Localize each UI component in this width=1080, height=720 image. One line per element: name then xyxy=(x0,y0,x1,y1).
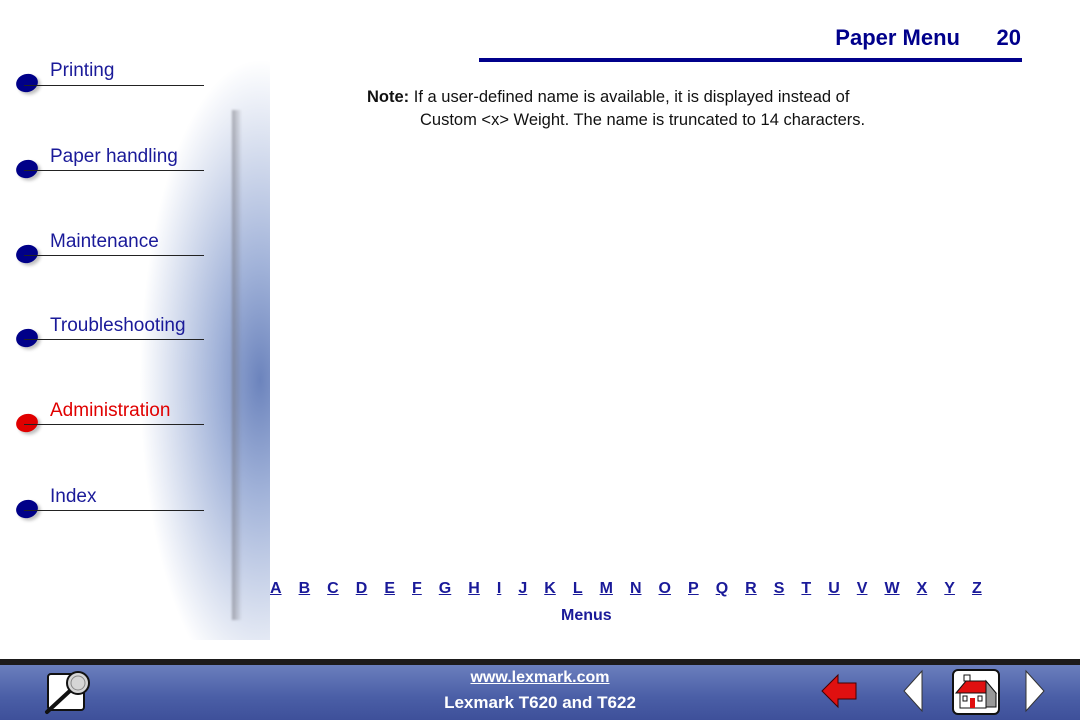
divider xyxy=(24,85,204,86)
alpha-link-h[interactable]: H xyxy=(468,580,480,598)
alphabet-index: A B C D E F G H I J K L M N O P Q R S T … xyxy=(270,580,982,598)
sidebar-item-label: Printing xyxy=(50,60,115,81)
sidebar-item-paper-handling[interactable]: Paper handling xyxy=(14,146,204,181)
bullet-icon xyxy=(14,71,40,95)
alpha-link-n[interactable]: N xyxy=(630,580,642,598)
bullet-icon xyxy=(14,242,40,266)
alpha-link-k[interactable]: K xyxy=(544,580,556,598)
header-rule xyxy=(479,58,1022,62)
alpha-link-p[interactable]: P xyxy=(688,580,699,598)
alpha-link-m[interactable]: M xyxy=(600,580,613,598)
bullet-icon xyxy=(14,497,40,521)
divider xyxy=(24,339,204,340)
sidebar-gradient-band xyxy=(70,50,270,640)
alpha-link-z[interactable]: Z xyxy=(972,580,982,598)
alpha-link-f[interactable]: F xyxy=(412,580,422,598)
menus-link[interactable]: Menus xyxy=(561,607,612,625)
alpha-link-s[interactable]: S xyxy=(774,580,785,598)
bullet-icon xyxy=(14,326,40,350)
bullet-icon xyxy=(14,411,40,435)
alpha-link-j[interactable]: J xyxy=(518,580,527,598)
divider xyxy=(24,170,204,171)
alpha-link-b[interactable]: B xyxy=(299,580,311,598)
divider xyxy=(24,255,204,256)
sidebar-item-label: Paper handling xyxy=(50,146,178,167)
note-label: Note: xyxy=(367,88,410,106)
alpha-link-o[interactable]: O xyxy=(659,580,671,598)
sidebar-item-maintenance[interactable]: Maintenance xyxy=(14,231,204,266)
alpha-link-w[interactable]: W xyxy=(884,580,899,598)
bullet-icon xyxy=(14,157,40,181)
sidebar-item-administration[interactable]: Administration xyxy=(14,400,204,435)
sidebar-item-index[interactable]: Index xyxy=(14,486,204,521)
sidebar-item-label: Maintenance xyxy=(50,231,159,252)
sidebar-item-label: Troubleshooting xyxy=(50,315,186,336)
alpha-link-g[interactable]: G xyxy=(439,580,451,598)
next-page-icon[interactable] xyxy=(1024,669,1046,713)
home-icon[interactable] xyxy=(952,669,1000,715)
note-block: Note: If a user-defined name is availabl… xyxy=(367,86,865,129)
note-text-line1: If a user-defined name is available, it … xyxy=(413,88,850,106)
alpha-link-y[interactable]: Y xyxy=(944,580,955,598)
note-text-line2: Custom <x> Weight. The name is truncated… xyxy=(420,111,866,129)
back-arrow-icon[interactable] xyxy=(820,671,860,711)
alpha-link-a[interactable]: A xyxy=(270,580,282,598)
page-title: Paper Menu xyxy=(835,25,960,50)
page-number: 20 xyxy=(996,25,1021,50)
alpha-link-t[interactable]: T xyxy=(801,580,811,598)
alpha-link-c[interactable]: C xyxy=(327,580,339,598)
alpha-link-q[interactable]: Q xyxy=(716,580,728,598)
footer-bar: www.lexmark.com Lexmark T620 and T622 xyxy=(0,665,1080,720)
alpha-link-u[interactable]: U xyxy=(828,580,840,598)
divider xyxy=(24,424,204,425)
alpha-link-d[interactable]: D xyxy=(356,580,368,598)
sidebar-item-label: Index xyxy=(50,486,97,507)
sidebar-item-label: Administration xyxy=(50,400,171,421)
previous-page-icon[interactable] xyxy=(902,669,924,713)
alpha-link-l[interactable]: L xyxy=(573,580,583,598)
sidebar-item-troubleshooting[interactable]: Troubleshooting xyxy=(14,315,204,350)
alpha-link-e[interactable]: E xyxy=(384,580,395,598)
sidebar-item-printing[interactable]: Printing xyxy=(14,60,204,95)
divider xyxy=(24,510,204,511)
alpha-link-v[interactable]: V xyxy=(857,580,868,598)
alpha-link-r[interactable]: R xyxy=(745,580,757,598)
alpha-link-i[interactable]: I xyxy=(497,580,501,598)
alpha-link-x[interactable]: X xyxy=(917,580,928,598)
